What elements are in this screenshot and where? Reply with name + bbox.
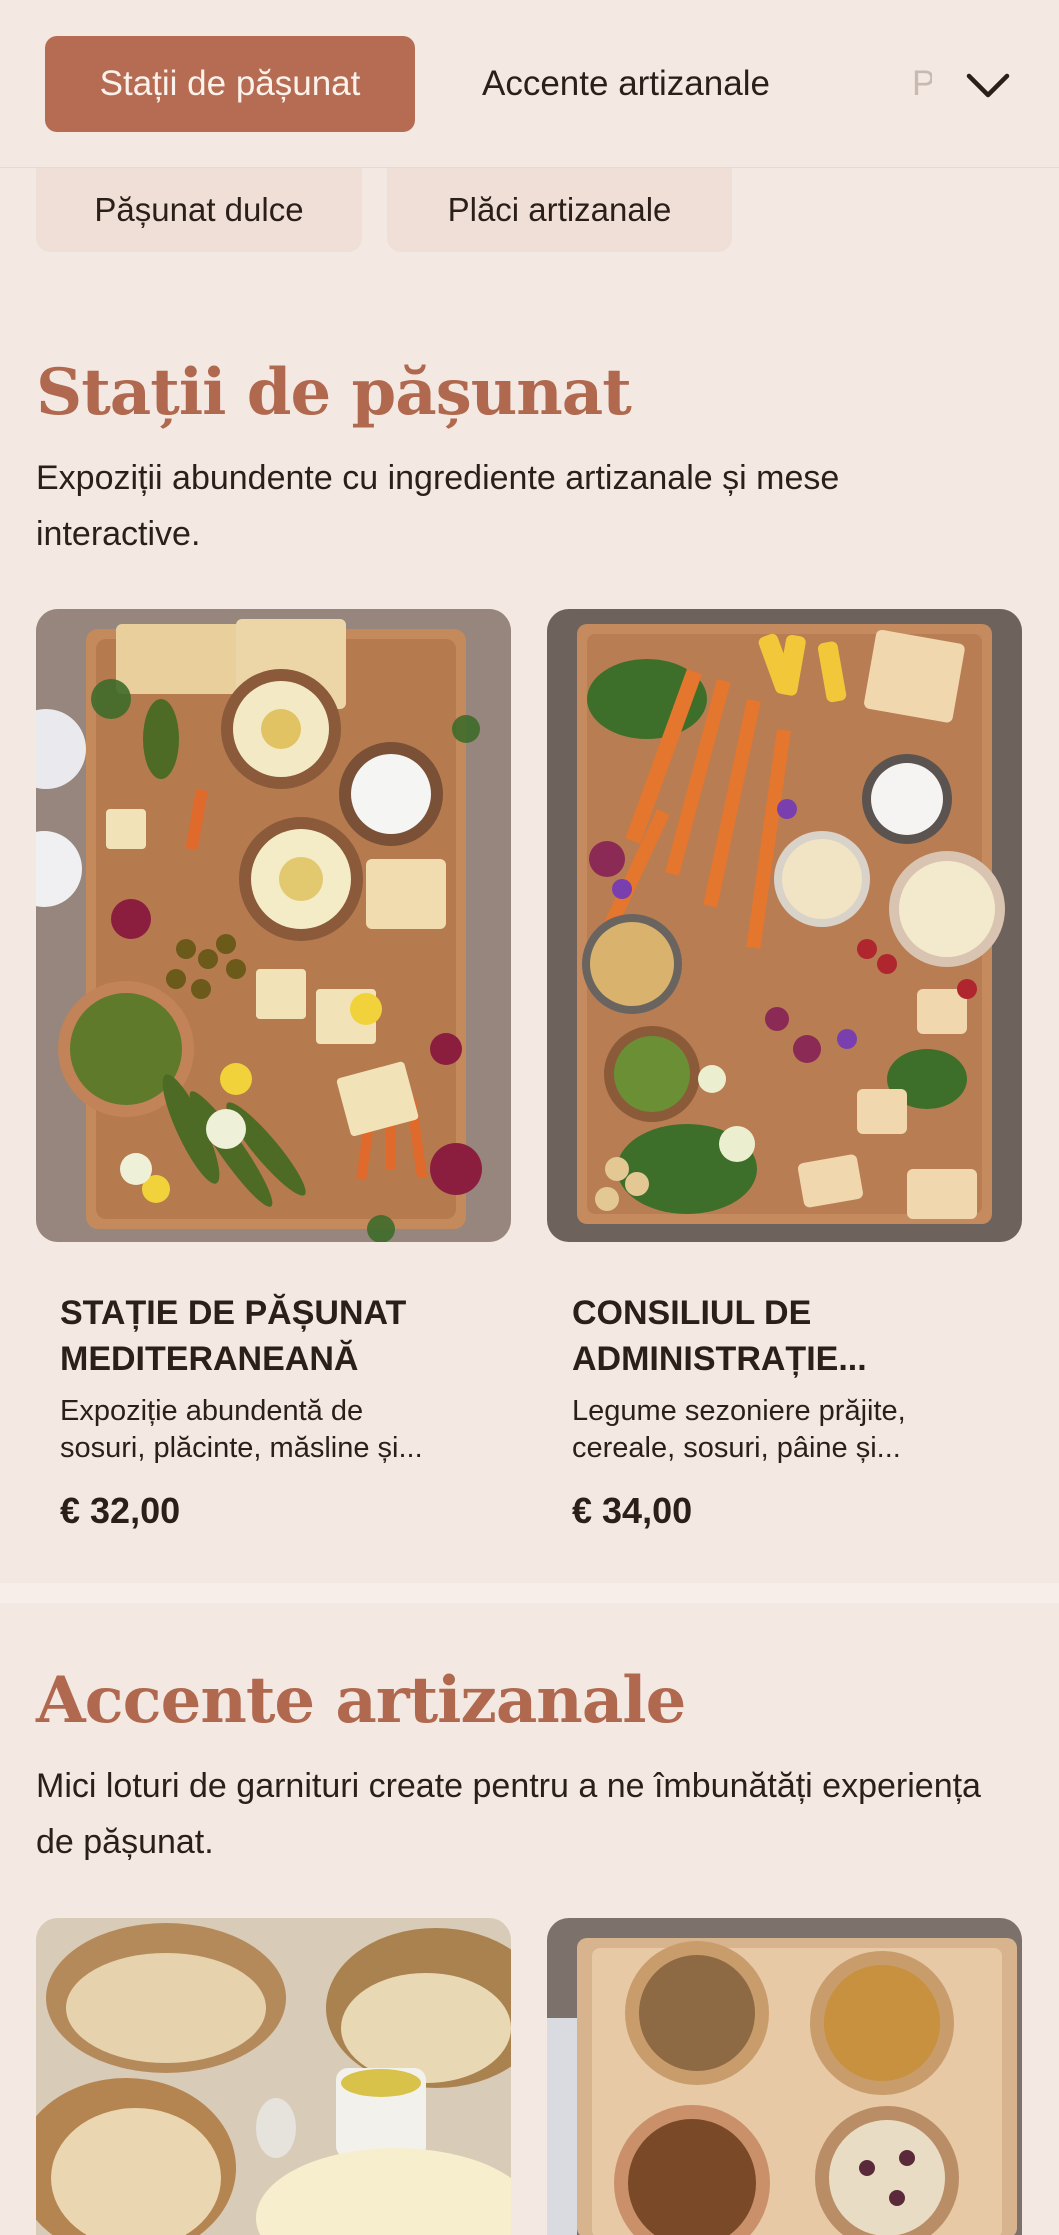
tab-truncated[interactable]: P: [912, 36, 932, 132]
product-description-line: cereale, sosuri, pâine și...: [572, 1432, 901, 1464]
product-image-bread[interactable]: [36, 1918, 511, 2235]
product-description-line: sosuri, plăcinte, măsline și...: [60, 1432, 423, 1464]
tab-accente-artizanale[interactable]: Accente artizanale: [482, 36, 770, 132]
product-description-line: Legume sezoniere prăjite,: [572, 1395, 906, 1427]
chevron-down-icon[interactable]: [962, 60, 1014, 112]
section-divider: [0, 1583, 1059, 1603]
product-image-mediterranean[interactable]: [36, 609, 511, 1242]
subtab-placi-artizanale[interactable]: Plăci artizanale: [387, 168, 732, 252]
product-price: € 34,00: [572, 1490, 693, 1531]
product-image-nuts[interactable]: [547, 1918, 1022, 2235]
subtab-pasunat-dulce[interactable]: Pășunat dulce: [36, 168, 362, 252]
tab-statii-de-pasunat[interactable]: Stații de pășunat: [45, 36, 415, 132]
section-title: Stații de pășunat: [36, 355, 632, 430]
section-description: Mici loturi de garnituri create pentru a…: [36, 1767, 981, 1861]
product-title-line[interactable]: ADMINISTRAȚIE...: [572, 1336, 992, 1382]
section-title: Accente artizanale: [36, 1663, 686, 1738]
product-title-line[interactable]: CONSILIUL DE: [572, 1290, 992, 1336]
product-title-line[interactable]: MEDITERANEANĂ: [60, 1336, 480, 1382]
subcategory-nav: Pășunat dulce Plăci artizanale: [0, 168, 1059, 252]
section-description: Expoziții abundente cu ingrediente artiz…: [36, 459, 840, 553]
product-description-line: Expoziție abundentă de: [60, 1395, 364, 1427]
product-title-line[interactable]: STAȚIE DE PĂȘUNAT: [60, 1290, 480, 1336]
product-price: € 32,00: [60, 1490, 181, 1531]
category-nav: Stații de pășunat Accente artizanale P: [0, 0, 1059, 168]
product-image-board[interactable]: [547, 609, 1022, 1242]
